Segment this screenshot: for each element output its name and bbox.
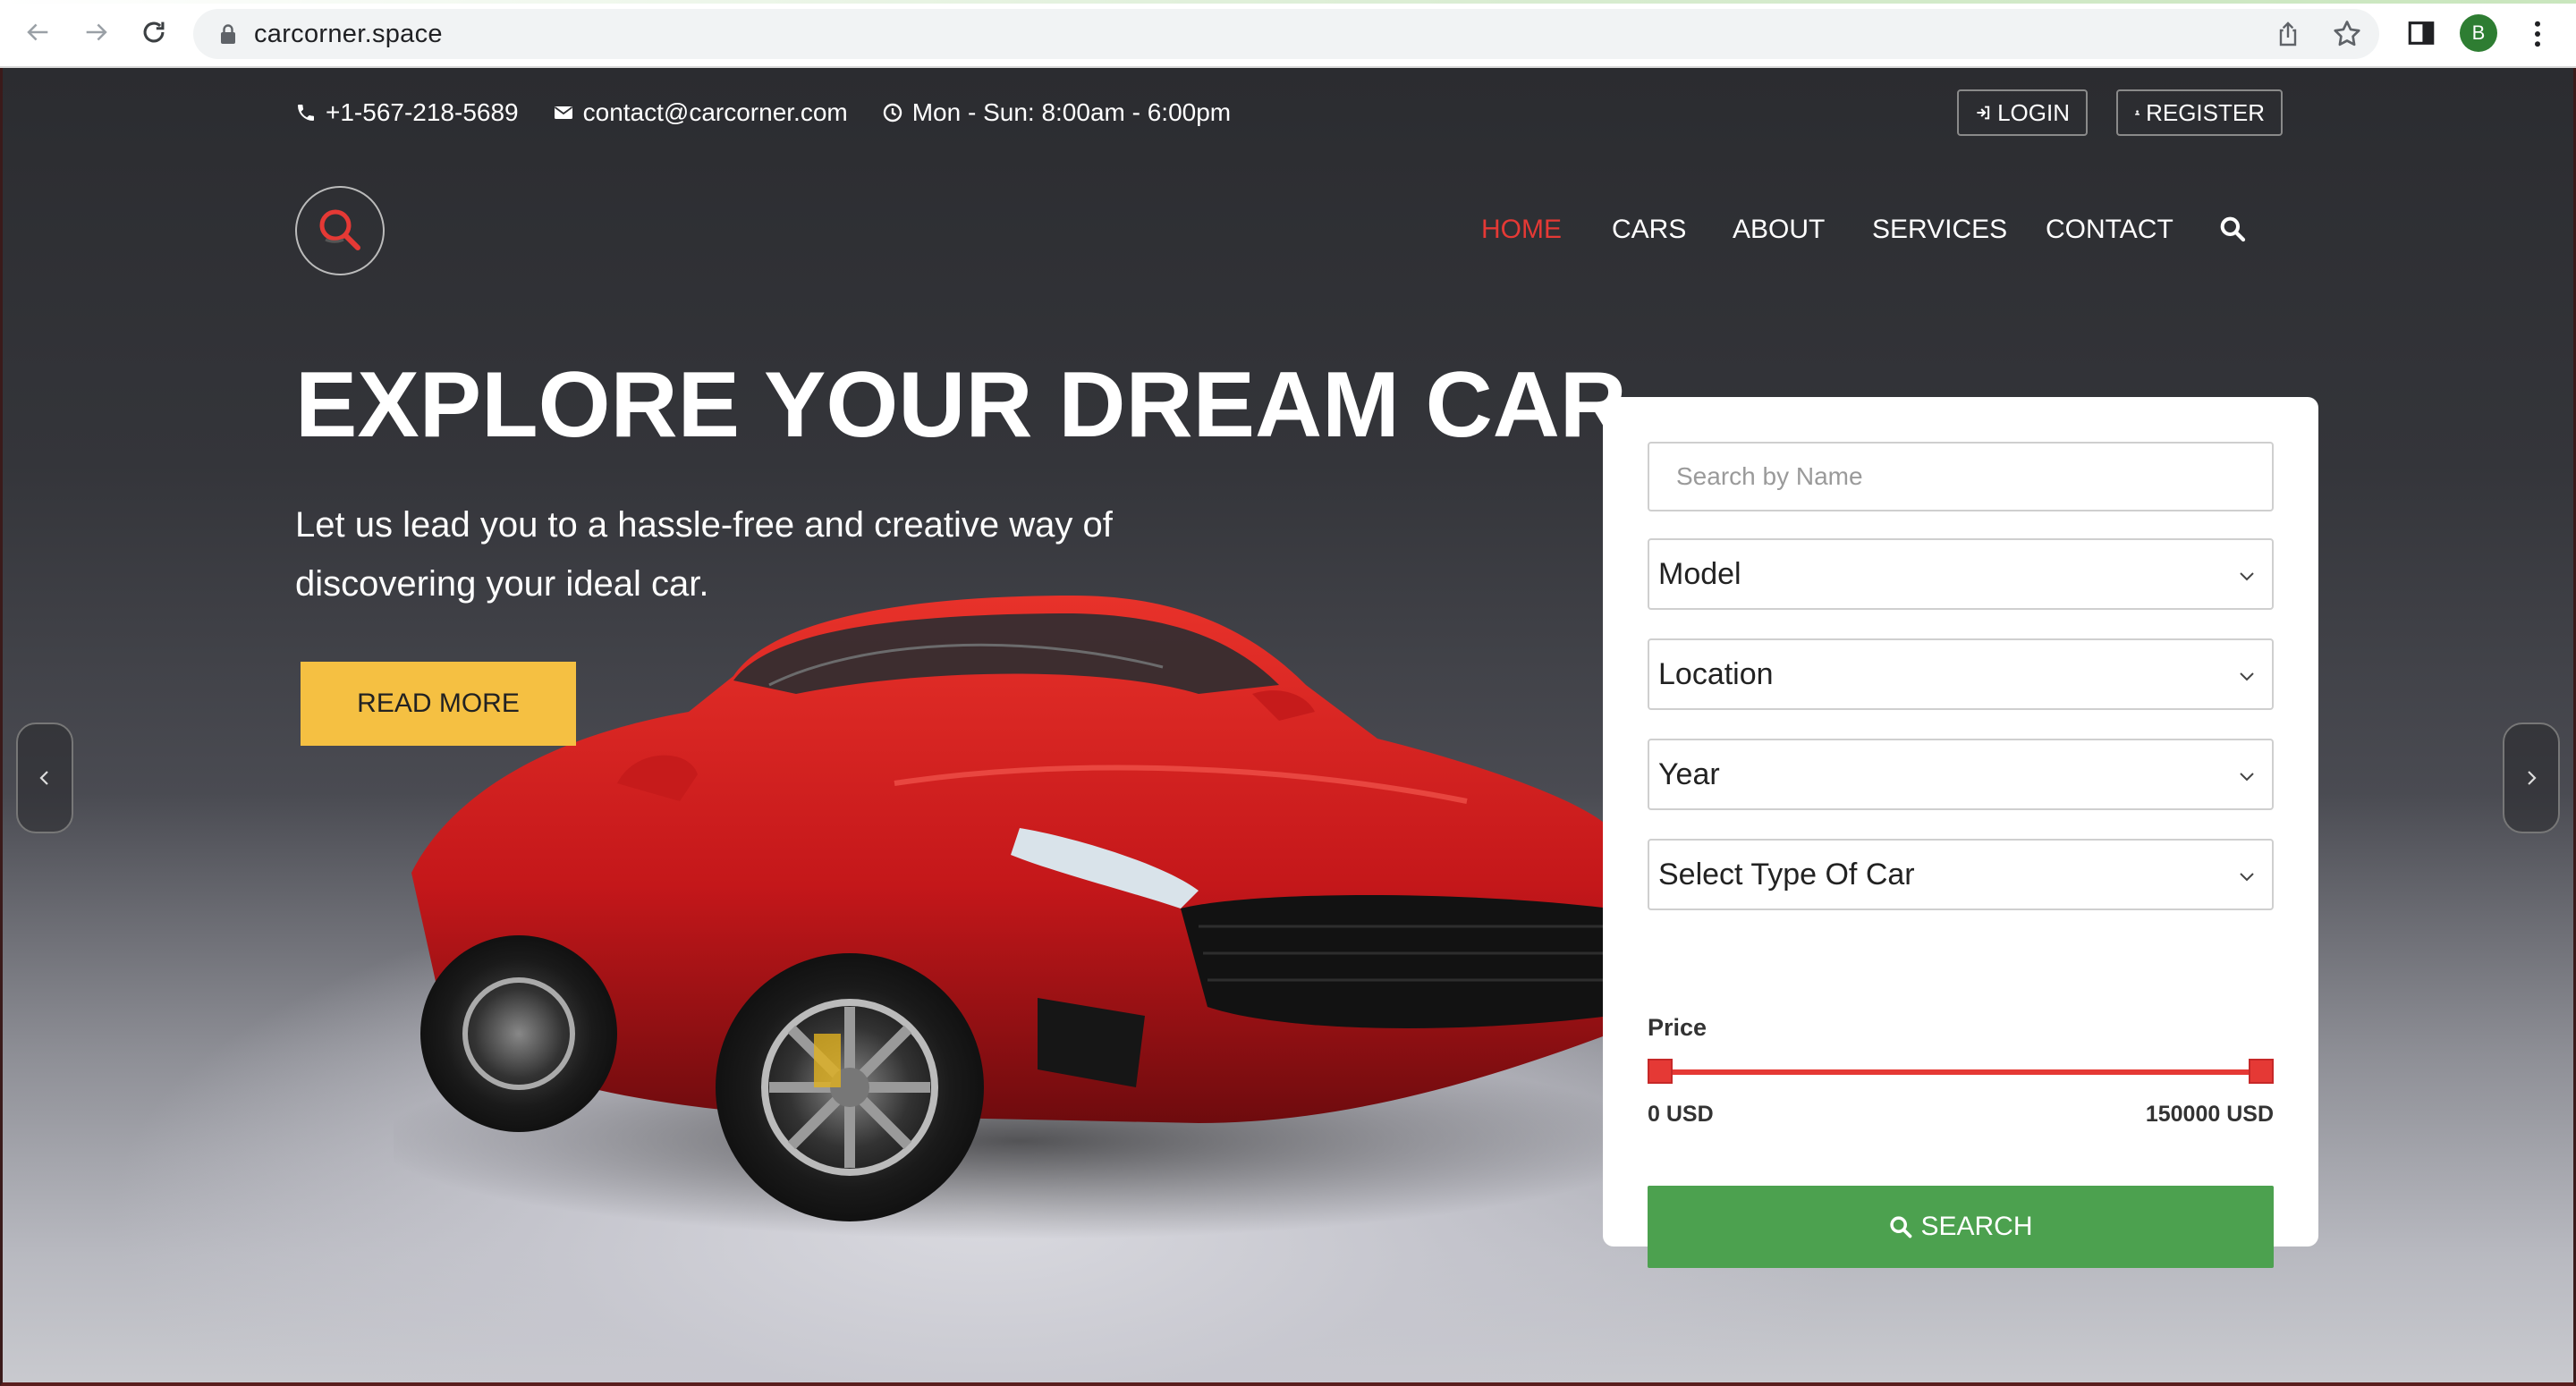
nav-about[interactable]: ABOUT (1733, 215, 1825, 245)
search-name-field[interactable] (1648, 442, 2274, 511)
browser-toolbar: carcorner.space B (0, 0, 2576, 68)
search-button[interactable]: SEARCH (1648, 1186, 2274, 1268)
nav-services[interactable]: SERVICES (1872, 215, 2007, 245)
reload-button[interactable] (134, 13, 174, 52)
model-select[interactable]: Model (1648, 538, 2274, 610)
chevron-down-icon (2240, 773, 2254, 782)
phone-info[interactable]: +1-567-218-5689 (295, 98, 519, 127)
business-hours: Mon - Sun: 8:00am - 6:00pm (911, 98, 1232, 126)
envelope-icon (554, 106, 572, 119)
price-max-handle[interactable] (2249, 1059, 2274, 1084)
price-range-track (1657, 1069, 2265, 1075)
price-max-value: 150000 USD (2145, 1102, 2274, 1127)
hours-info: Mon - Sun: 8:00am - 6:00pm (882, 98, 1231, 127)
phone-number: +1-567-218-5689 (326, 98, 519, 126)
user-icon (2135, 110, 2140, 115)
slider-prev-button[interactable] (16, 723, 73, 833)
car-type-select[interactable]: Select Type Of Car (1648, 839, 2274, 910)
search-button-label: SEARCH (1920, 1212, 2033, 1241)
nav-contact[interactable]: CONTACT (2046, 215, 2174, 245)
nav-cars[interactable]: CARS (1612, 215, 1686, 245)
login-button[interactable]: LOGIN (1957, 89, 2088, 136)
year-select[interactable]: Year (1648, 739, 2274, 810)
location-select[interactable]: Location (1648, 638, 2274, 710)
register-label: REGISTER (2146, 98, 2265, 126)
chevron-down-icon (2240, 873, 2254, 882)
nav-home[interactable]: HOME (1481, 215, 1562, 245)
chevron-down-icon (2240, 572, 2254, 581)
phone-icon (298, 105, 314, 121)
site-logo[interactable] (295, 186, 385, 275)
email-address: contact@carcorner.com (582, 98, 848, 126)
chevron-left-icon (39, 771, 48, 785)
register-button[interactable]: REGISTER (2116, 89, 2283, 136)
contact-info-bar: +1-567-218-5689 contact@carcorner.com Mo… (295, 95, 1265, 131)
model-select-value: Model (1658, 556, 1741, 591)
email-info[interactable]: contact@carcorner.com (553, 98, 848, 127)
bookmark-star-icon[interactable] (2331, 18, 2363, 50)
car-search-panel: Model Location Year Select Type Of Car P… (1603, 397, 2318, 1268)
chevron-right-icon (2528, 771, 2537, 785)
forward-button[interactable] (77, 13, 116, 52)
page-load-bar (0, 0, 2576, 4)
location-select-value: Location (1658, 656, 1774, 691)
clock-icon (883, 103, 902, 123)
url-text: carcorner.space (254, 20, 443, 48)
price-min-handle[interactable] (1648, 1059, 1673, 1084)
login-label: LOGIN (1997, 98, 2070, 126)
share-icon[interactable] (2274, 20, 2302, 48)
side-panel-icon[interactable] (2406, 18, 2436, 48)
price-min-value: 0 USD (1648, 1102, 1714, 1127)
search-icon[interactable] (2218, 215, 2247, 243)
arrow-left-icon (27, 23, 48, 41)
magnifier-logo-icon (319, 209, 360, 250)
search-name-input[interactable] (1649, 444, 2272, 510)
arrow-right-icon (86, 23, 107, 41)
car-type-select-value: Select Type Of Car (1658, 857, 1915, 892)
hero-car-image (394, 596, 1610, 1239)
slider-next-button[interactable] (2503, 723, 2560, 833)
sign-in-icon (1977, 106, 1990, 120)
year-select-value: Year (1658, 756, 1720, 791)
more-menu-icon[interactable] (2524, 16, 2551, 52)
hero-title: EXPLORE YOUR DREAM CAR (295, 353, 1627, 457)
price-label: Price (1648, 1014, 1707, 1041)
chevron-down-icon (2240, 672, 2254, 681)
back-button[interactable] (18, 13, 57, 52)
read-more-button[interactable]: READ MORE (301, 662, 576, 746)
lock-icon (221, 24, 235, 44)
webpage: +1-567-218-5689 contact@carcorner.com Mo… (0, 68, 2576, 1386)
reload-icon (143, 21, 165, 43)
address-bar[interactable]: carcorner.space (193, 9, 2379, 59)
search-icon (1890, 1216, 1912, 1238)
profile-avatar[interactable]: B (2460, 14, 2497, 52)
hero-subtitle: Let us lead you to a hassle-free and cre… (295, 505, 1113, 604)
